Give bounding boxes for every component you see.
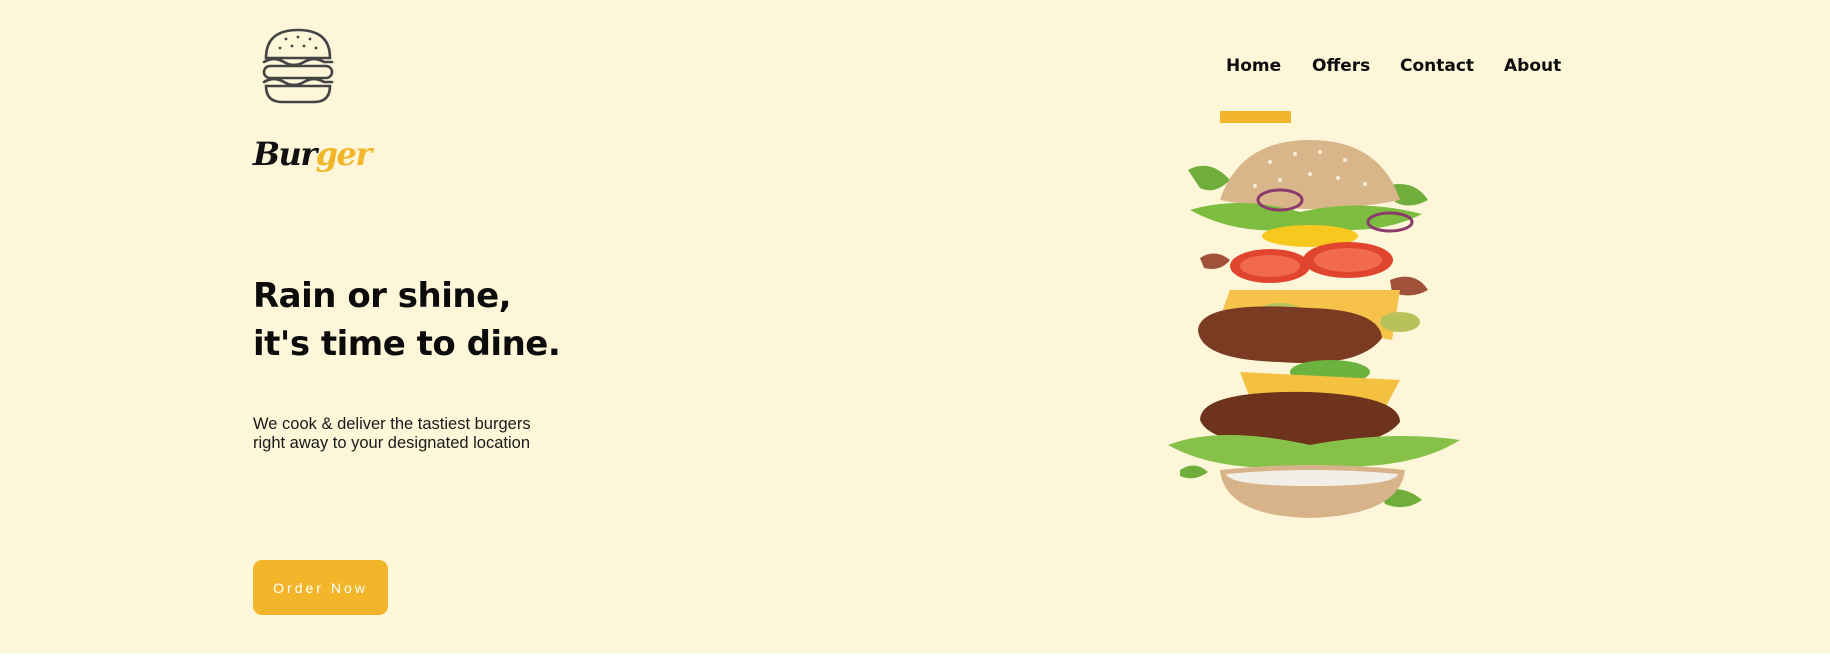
headline-line-1: Rain or shine, (253, 276, 512, 316)
burger-logo-icon[interactable] (258, 26, 338, 106)
hero-section: Burger Home Offers Contact About Rain or… (0, 0, 1830, 653)
nav-home-link[interactable]: Home (1226, 56, 1281, 76)
description-line-1: We cook & deliver the tastiest burgers (253, 415, 531, 433)
hero-headline: Rain or shine, it's time to dine. (253, 272, 561, 368)
description-line-2: right away to your designated location (253, 434, 531, 452)
brand-part-1: Bur (253, 135, 317, 173)
hero-description: We cook & deliver the tastiest burgers r… (253, 415, 531, 453)
brand-part-2: ger (315, 135, 373, 173)
nav-active-indicator (1220, 111, 1291, 123)
nav-contact-link[interactable]: Contact (1400, 56, 1474, 76)
brand-logo[interactable]: Burger (253, 135, 373, 173)
order-now-button[interactable]: Order Now (253, 560, 388, 615)
nav-offers-link[interactable]: Offers (1312, 56, 1370, 76)
burger-image (1168, 140, 1460, 518)
nav-about-link[interactable]: About (1504, 56, 1561, 76)
headline-line-2: it's time to dine. (253, 324, 561, 364)
